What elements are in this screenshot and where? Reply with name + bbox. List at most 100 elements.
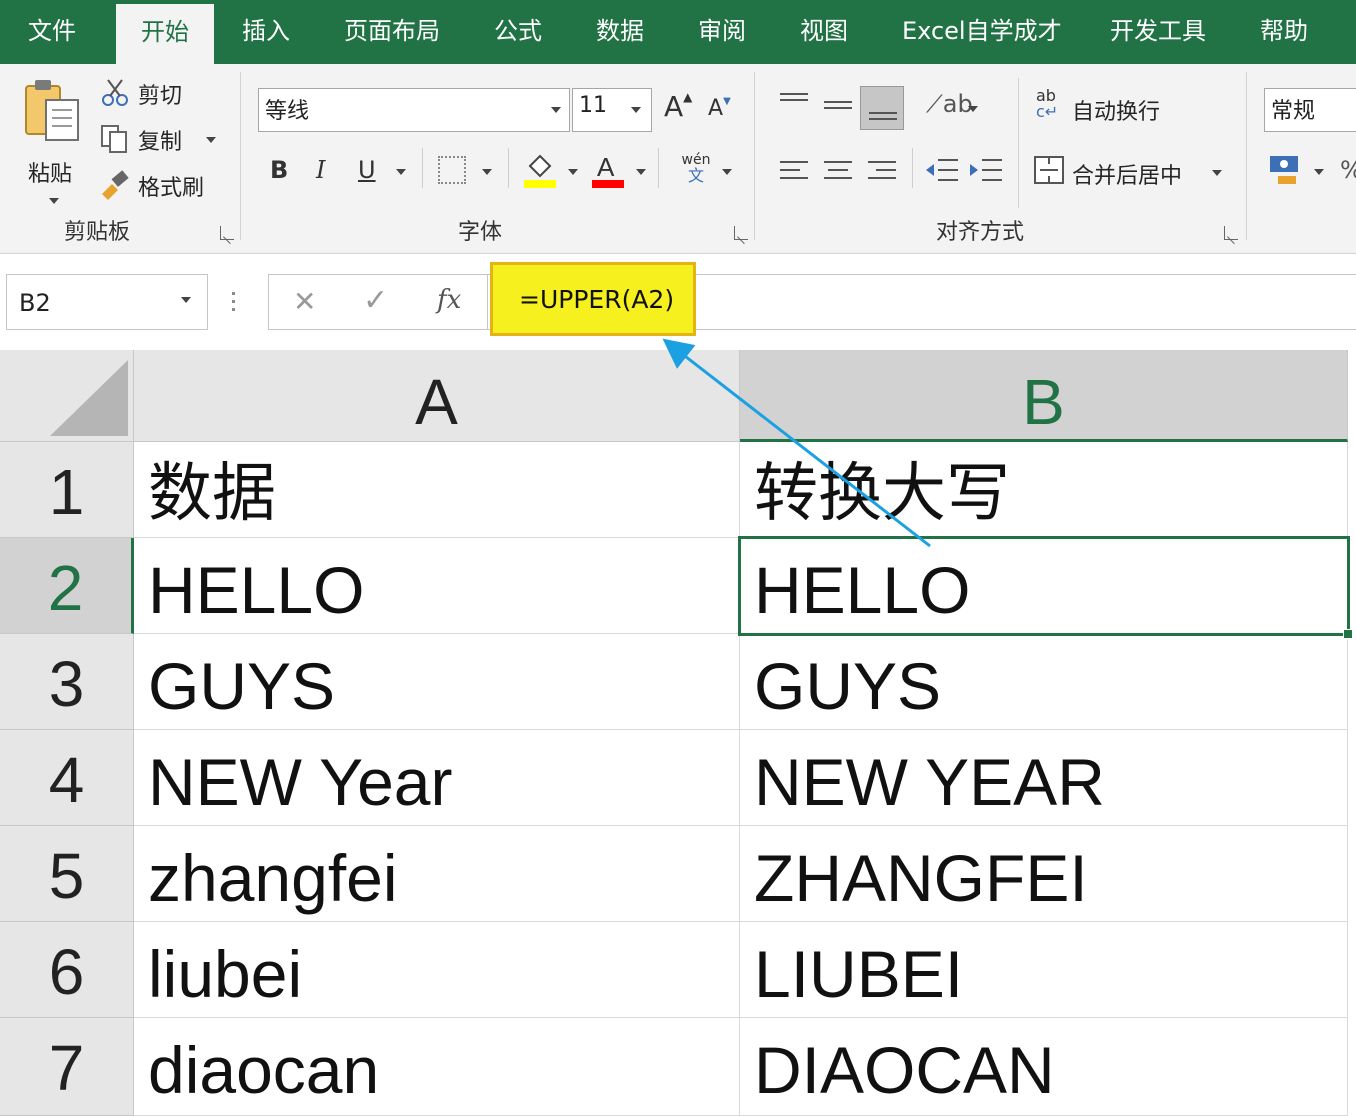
cell-b7[interactable]: DIAOCAN: [740, 1018, 1348, 1116]
formula-highlight: =UPPER(A2): [490, 262, 696, 336]
alignment-dialog-launcher[interactable]: [1224, 226, 1238, 240]
alignment-divider: [912, 148, 913, 188]
decrease-indent-icon[interactable]: [926, 158, 960, 184]
align-middle-icon[interactable]: [824, 98, 854, 118]
tab-data[interactable]: 数据: [596, 0, 644, 64]
cell-a5[interactable]: zhangfei: [134, 826, 740, 922]
merge-center-button[interactable]: 合并后居中: [1034, 152, 1234, 192]
cell-a4[interactable]: NEW Year: [134, 730, 740, 826]
tab-file[interactable]: 文件: [28, 0, 76, 64]
font-divider: [658, 148, 659, 188]
align-top-icon[interactable]: [780, 92, 810, 112]
format-painter-button[interactable]: 格式刷: [100, 168, 230, 202]
cell-a6[interactable]: liubei: [134, 922, 740, 1018]
select-all-button[interactable]: [0, 350, 134, 442]
row-header-4[interactable]: 4: [0, 730, 134, 826]
paste-button[interactable]: 粘贴: [22, 76, 86, 204]
orientation-dropdown-icon[interactable]: [968, 106, 978, 112]
increase-indent-icon[interactable]: [970, 158, 1004, 184]
orientation-icon[interactable]: ⟋ab: [926, 90, 973, 118]
tab-page-layout[interactable]: 页面布局: [344, 0, 440, 64]
tab-excel-self-study[interactable]: Excel自学成才: [902, 0, 1062, 64]
clipboard-dialog-launcher[interactable]: [220, 226, 234, 240]
underline-button[interactable]: U: [358, 156, 376, 184]
borders-dropdown-icon[interactable]: [482, 169, 492, 175]
number-format-dropdown[interactable]: 常规: [1264, 88, 1356, 132]
row-header-2[interactable]: 2: [0, 538, 134, 634]
cell-b2[interactable]: HELLO: [740, 538, 1348, 634]
tab-review[interactable]: 审阅: [698, 0, 746, 64]
fill-color-dropdown-icon[interactable]: [568, 169, 578, 175]
percent-icon[interactable]: %: [1340, 156, 1356, 184]
decrease-font-size-button[interactable]: A▼: [708, 96, 738, 128]
font-color-button[interactable]: A: [590, 150, 626, 190]
row-header-1[interactable]: 1: [0, 442, 134, 538]
row-header-6[interactable]: 6: [0, 922, 134, 1018]
align-center-icon[interactable]: [824, 160, 854, 184]
font-color-dropdown-icon[interactable]: [636, 169, 646, 175]
copy-icon: [101, 125, 127, 153]
wrap-text-label: 自动换行: [1072, 100, 1161, 125]
insert-function-icon[interactable]: fx: [437, 285, 461, 315]
paste-label: 粘贴: [28, 162, 73, 187]
currency-dropdown-icon[interactable]: [1314, 169, 1324, 175]
italic-button[interactable]: I: [316, 156, 325, 184]
chevron-down-icon: [49, 198, 59, 204]
row-header-5[interactable]: 5: [0, 826, 134, 922]
copy-button[interactable]: 复制: [100, 122, 230, 156]
underline-dropdown-icon[interactable]: [396, 169, 406, 175]
increase-font-size-button[interactable]: A▲: [664, 90, 694, 126]
cell-a3[interactable]: GUYS: [134, 634, 740, 730]
row-header-3[interactable]: 3: [0, 634, 134, 730]
tab-home[interactable]: 开始: [116, 4, 214, 64]
align-bottom-button[interactable]: [860, 86, 904, 130]
cell-b3[interactable]: GUYS: [740, 634, 1348, 730]
phonetic-dropdown-icon[interactable]: [722, 169, 732, 175]
menu-bar: 文件 开始 插入 页面布局 公式 数据 审阅 视图 Excel自学成才 开发工具…: [0, 0, 1356, 64]
name-box[interactable]: B2: [6, 274, 208, 330]
font-color-icon: A: [592, 152, 624, 188]
tab-insert[interactable]: 插入: [242, 0, 290, 64]
align-left-icon[interactable]: [780, 160, 810, 184]
cell-b5[interactable]: ZHANGFEI: [740, 826, 1348, 922]
cancel-icon[interactable]: ✕: [293, 285, 316, 318]
column-header-a[interactable]: A: [134, 350, 740, 442]
font-size-dropdown[interactable]: 11: [572, 88, 652, 132]
tab-formulas[interactable]: 公式: [494, 0, 542, 64]
wrap-text-button[interactable]: ab c↵ 自动换行: [1036, 88, 1236, 128]
font-name-value: 等线: [265, 99, 310, 124]
fill-handle[interactable]: [1343, 629, 1353, 639]
bold-button[interactable]: B: [270, 156, 288, 184]
name-box-value: B2: [19, 289, 51, 317]
font-divider: [422, 148, 423, 188]
cell-a1[interactable]: 数据: [134, 442, 740, 538]
align-right-icon[interactable]: [868, 160, 898, 184]
fill-color-button[interactable]: [522, 150, 558, 190]
font-dialog-launcher[interactable]: [734, 226, 748, 240]
cell-a2[interactable]: HELLO: [134, 538, 740, 634]
merge-cells-icon: [1034, 156, 1064, 184]
column-header-b[interactable]: B: [740, 350, 1348, 442]
cell-b6[interactable]: LIUBEI: [740, 922, 1348, 1018]
cell-b4[interactable]: NEW YEAR: [740, 730, 1348, 826]
tab-developer[interactable]: 开发工具: [1110, 0, 1206, 64]
cut-button[interactable]: 剪切: [100, 76, 230, 110]
paint-bucket-icon: [524, 154, 556, 188]
cell-a7[interactable]: diaocan: [134, 1018, 740, 1116]
row-header-7[interactable]: 7: [0, 1018, 134, 1116]
cell-b1[interactable]: 转换大写: [740, 442, 1348, 538]
currency-format-button[interactable]: [1268, 154, 1302, 186]
borders-icon[interactable]: [438, 156, 466, 184]
formula-bar-splitter[interactable]: [232, 290, 236, 314]
tab-help[interactable]: 帮助: [1260, 0, 1308, 64]
tab-view[interactable]: 视图: [800, 0, 848, 64]
font-name-dropdown[interactable]: 等线: [258, 88, 570, 132]
worksheet-grid: A B 1 数据 转换大写 2 HELLO HELLO 3 GUYS GUYS …: [0, 350, 1356, 1116]
copy-label: 复制: [138, 130, 183, 155]
formula-text[interactable]: =UPPER(A2): [519, 285, 674, 314]
merge-center-label: 合并后居中: [1072, 164, 1183, 189]
check-icon[interactable]: ✓: [363, 283, 388, 318]
align-bottom-icon: [869, 112, 897, 120]
chevron-down-icon: [181, 297, 191, 303]
phonetic-guide-icon[interactable]: wén 文: [678, 152, 714, 188]
